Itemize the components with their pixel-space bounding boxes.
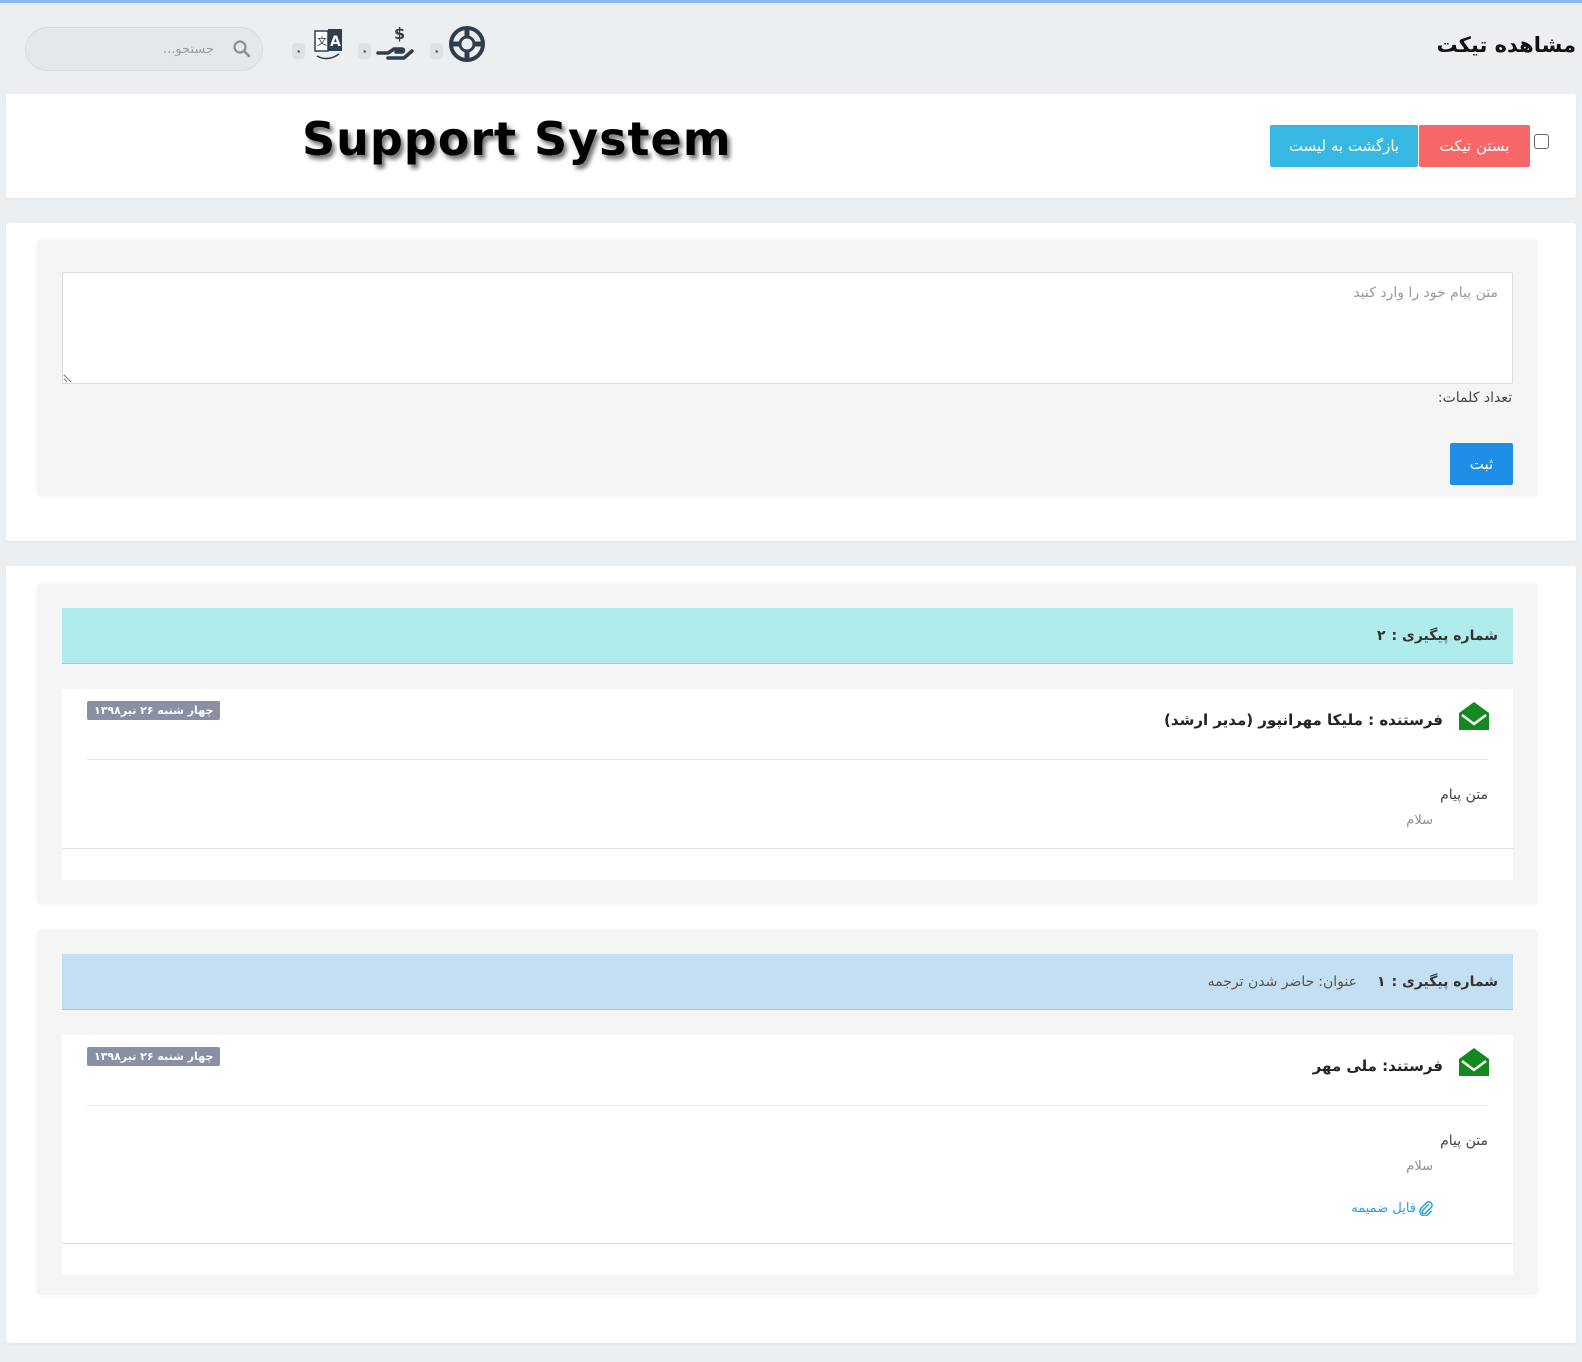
tracking-number: ۱	[1377, 973, 1386, 990]
open-envelope-icon	[1459, 1048, 1489, 1076]
threads-card: شماره پیگیری : ۲ فرستنده : ملیکا مهرانپو…	[6, 566, 1576, 1343]
sender-name: فرستنده : ملیکا مهرانپور (مدیر ارشد)	[1164, 711, 1443, 729]
action-card: Support System بازگشت به لیست بستن تیکت	[6, 94, 1576, 198]
message-body-label: متن پیام	[1440, 787, 1488, 803]
thread-header: شماره پیگیری : ۲	[62, 608, 1513, 664]
tracking-number: ۲	[1377, 627, 1386, 644]
payment-hand-icon[interactable]: $	[374, 23, 416, 65]
svg-text:$: $	[394, 24, 405, 43]
payment-count-badge: ۰	[358, 43, 372, 59]
search-icon[interactable]	[232, 39, 252, 59]
word-count-label: تعداد کلمات:	[1437, 390, 1512, 406]
svg-text:A: A	[330, 34, 341, 50]
translate-count-badge: ۰	[292, 43, 306, 59]
page-title: مشاهده تیکت	[1436, 33, 1576, 57]
attachment-label: فایل ضمیمه	[1351, 1201, 1416, 1216]
reply-form: تعداد کلمات: ثبت	[37, 240, 1537, 496]
search-input[interactable]	[44, 36, 214, 62]
divider	[87, 759, 1488, 760]
paperclip-icon	[1419, 1201, 1433, 1216]
subject-label: عنوان:	[1318, 973, 1357, 990]
divider	[87, 1105, 1488, 1106]
ticket-thread: شماره پیگیری : ۱ عنوان: حاضر شدن ترجمه ف…	[37, 930, 1537, 1295]
message-body: سلام	[1406, 813, 1433, 828]
attachment-link[interactable]: فایل ضمیمه	[1351, 1201, 1433, 1216]
message-textarea[interactable]	[62, 272, 1513, 384]
subject-value: حاضر شدن ترجمه	[1207, 973, 1315, 990]
message-body-label: متن پیام	[1440, 1133, 1488, 1149]
translate-icon[interactable]: A 文	[307, 23, 349, 65]
close-ticket-button[interactable]: بستن تیکت	[1419, 125, 1530, 167]
reply-card: تعداد کلمات: ثبت	[6, 223, 1576, 541]
date-badge: چهار شنبه ۲۶ تیر۱۳۹۸	[87, 1047, 221, 1066]
open-envelope-icon	[1459, 702, 1489, 730]
message-box: فرستند: ملی مهر چهار شنبه ۲۶ تیر۱۳۹۸ متن…	[62, 1035, 1513, 1275]
ticket-thread: شماره پیگیری : ۲ فرستنده : ملیکا مهرانپو…	[37, 584, 1537, 904]
select-checkbox[interactable]	[1534, 134, 1549, 149]
brand-banner: Support System	[302, 112, 732, 166]
message-body: سلام	[1406, 1159, 1433, 1174]
date-badge: چهار شنبه ۲۶ تیر۱۳۹۸	[87, 701, 221, 720]
support-lifebuoy-icon[interactable]	[446, 23, 488, 65]
thread-header: شماره پیگیری : ۱ عنوان: حاضر شدن ترجمه	[62, 954, 1513, 1010]
message-footer	[62, 1243, 1513, 1275]
sender-name: فرستند: ملی مهر	[1312, 1057, 1443, 1075]
message-box: فرستنده : ملیکا مهرانپور (مدیر ارشد) چها…	[62, 689, 1513, 880]
back-to-list-button[interactable]: بازگشت به لیست	[1270, 125, 1418, 167]
top-bar: مشاهده تیکت ۰ $ ۰ A 文 ۰	[0, 3, 1582, 91]
tracking-label: شماره پیگیری :	[1391, 627, 1498, 644]
support-count-badge: ۰	[430, 43, 444, 59]
search-box	[25, 27, 263, 71]
tracking-label: شماره پیگیری :	[1391, 973, 1498, 990]
message-footer	[62, 848, 1513, 880]
svg-text:文: 文	[317, 35, 327, 48]
submit-button[interactable]: ثبت	[1450, 443, 1513, 485]
